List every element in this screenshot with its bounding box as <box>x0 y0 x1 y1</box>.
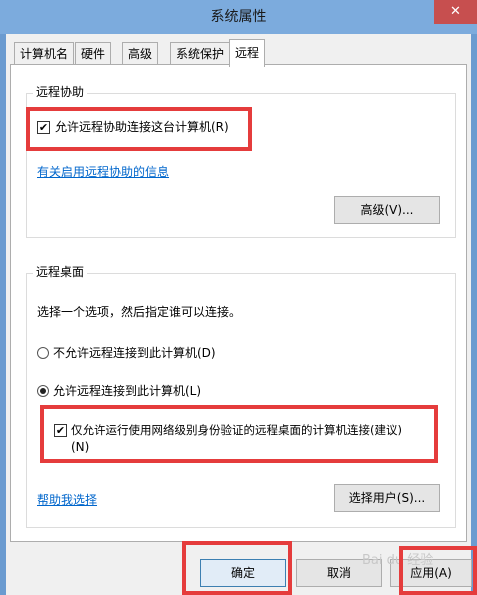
advanced-button[interactable]: 高级(V)... <box>334 196 440 224</box>
select-users-button[interactable]: 选择用户(S)... <box>334 484 440 512</box>
highlight-nla-checkbox <box>40 405 438 463</box>
remote-assistance-group-label: 远程协助 <box>33 85 88 99</box>
close-button[interactable]: ✕ <box>434 0 477 24</box>
remote-assistance-info-link[interactable]: 有关启用远程协助的信息 <box>37 165 169 179</box>
remote-desktop-group-label: 远程桌面 <box>33 265 88 279</box>
radio-selected-dot <box>40 388 46 394</box>
help-me-choose-link[interactable]: 帮助我选择 <box>37 493 97 507</box>
highlight-apply-button <box>399 546 477 595</box>
disallow-remote-radio[interactable] <box>37 347 49 359</box>
tab-advanced[interactable]: 高级 <box>122 42 159 66</box>
remote-desktop-instruction: 选择一个选项，然后指定谁可以连接。 <box>37 305 242 319</box>
allow-remote-radio[interactable] <box>37 385 49 397</box>
highlight-allow-assistance <box>26 107 252 151</box>
highlight-ok-button <box>182 541 292 595</box>
disallow-remote-label[interactable]: 不允许远程连接到此计算机(D) <box>53 346 216 360</box>
tab-remote[interactable]: 远程 <box>229 39 266 67</box>
tab-system-protection[interactable]: 系统保护 <box>170 42 231 66</box>
window-title: 系统属性 <box>210 9 267 25</box>
close-icon: ✕ <box>450 4 461 19</box>
tab-computer-name[interactable]: 计算机名 <box>14 42 75 66</box>
tab-hardware[interactable]: 硬件 <box>75 42 112 66</box>
allow-remote-label[interactable]: 允许远程连接到此计算机(L) <box>53 384 201 398</box>
